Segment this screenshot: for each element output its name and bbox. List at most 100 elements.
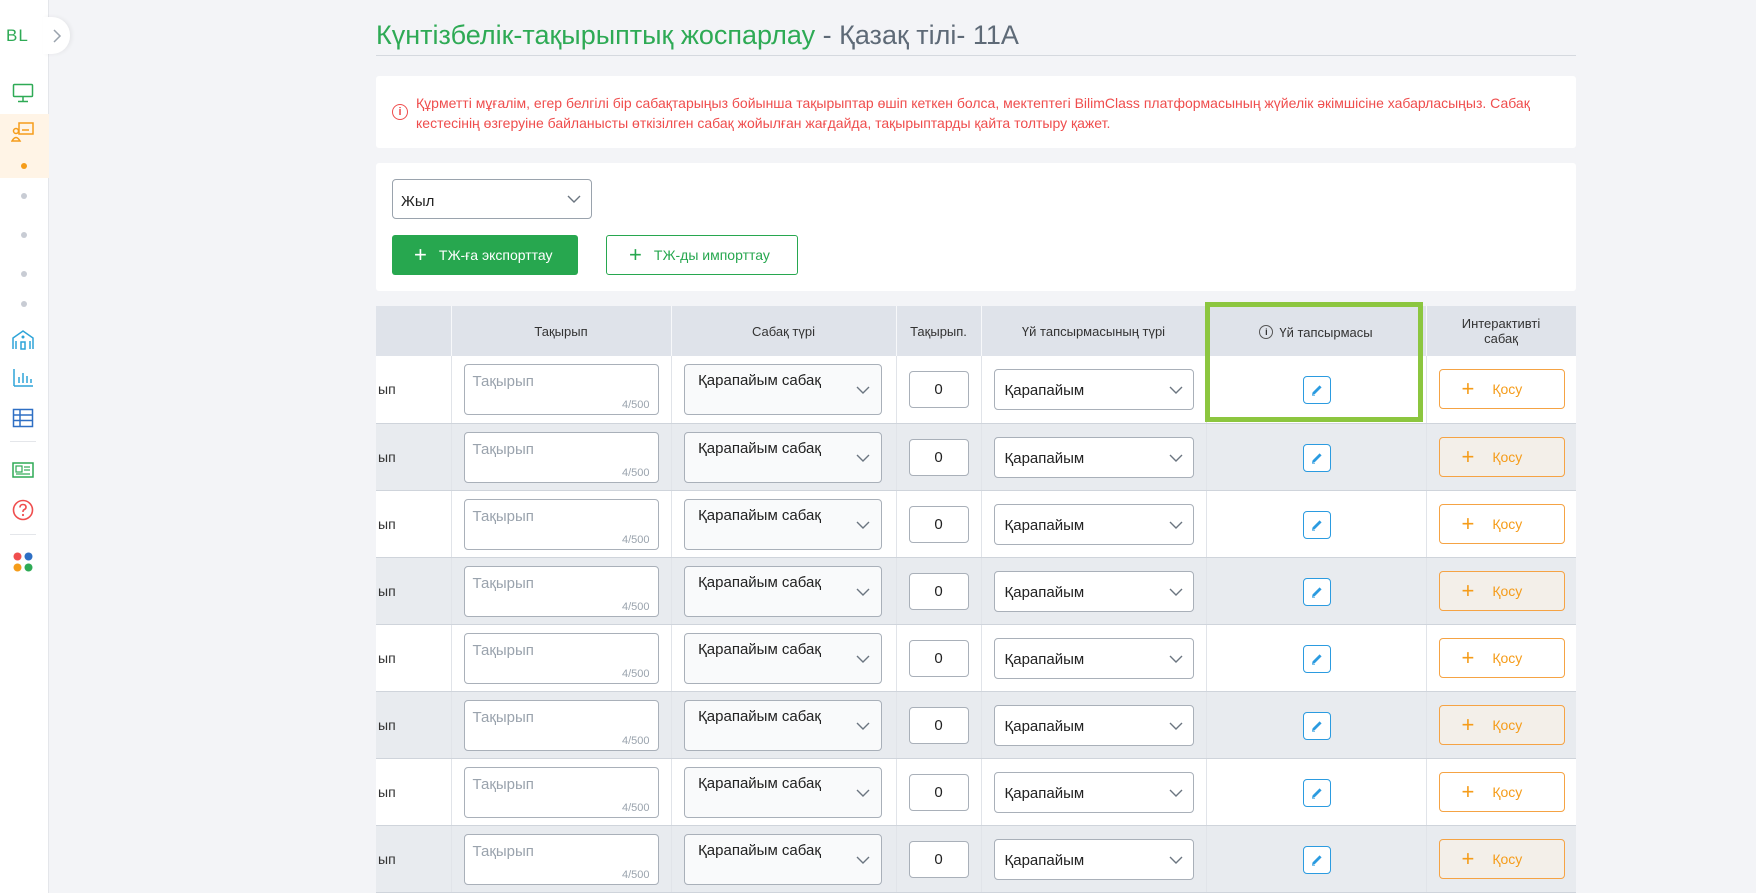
homework-type-select[interactable]: Қарапайым	[993, 771, 1194, 813]
plus-icon: +	[1461, 510, 1475, 536]
year-select[interactable]: Жыл	[392, 179, 592, 219]
col-header-homework-type: Үй тапсырмасының түрі	[981, 306, 1207, 356]
homework-type-value: Қарапайым	[1004, 583, 1085, 601]
topic-input[interactable]: Тақырып 4/500	[463, 565, 659, 617]
school-building-icon[interactable]	[10, 327, 36, 353]
export-button[interactable]: + ТЖ-ға экспорттау	[392, 235, 578, 275]
lesson-type-value: Қарапайым сабақ	[698, 439, 821, 457]
topic-number-input[interactable]: 0	[908, 572, 969, 610]
homework-edit-button[interactable]	[1302, 443, 1331, 472]
lesson-type-select[interactable]: Қарапайым сабақ	[683, 431, 882, 483]
topic-cell: Тақырып 4/500	[451, 825, 672, 893]
add-interactive-button[interactable]: + Қосу	[1438, 637, 1565, 678]
page-title: Күнтізбелік-тақырыптық жоспарлау - Қазақ…	[376, 20, 1019, 51]
chevron-down-icon	[856, 588, 869, 596]
import-button-label: ТЖ-ды импорттау	[653, 247, 770, 263]
chevron-down-icon	[856, 454, 869, 462]
add-interactive-button[interactable]: + Қосу	[1438, 436, 1565, 477]
help-circle-icon[interactable]	[10, 497, 36, 523]
chevron-down-icon	[856, 856, 869, 864]
lesson-type-select[interactable]: Қарапайым сабақ	[683, 766, 882, 818]
add-interactive-button[interactable]: + Қосу	[1438, 838, 1565, 879]
homework-cell	[1206, 691, 1427, 759]
topic-input[interactable]: Тақырып 4/500	[463, 699, 659, 751]
homework-type-value: Қарапайым	[1004, 516, 1085, 534]
topic-number-input[interactable]: 0	[908, 639, 969, 677]
chevron-down-icon	[1169, 789, 1182, 797]
homework-edit-button[interactable]	[1302, 711, 1331, 740]
add-interactive-button[interactable]: + Қосу	[1438, 771, 1565, 812]
topic-number-input[interactable]: 0	[908, 773, 969, 811]
chevron-down-icon	[856, 789, 869, 797]
table-grid-icon[interactable]	[10, 405, 36, 431]
add-interactive-button[interactable]: + Қосу	[1438, 369, 1565, 409]
teacher-board-icon[interactable]	[10, 119, 36, 145]
add-interactive-label: Қосу	[1492, 716, 1523, 733]
bar-chart-icon[interactable]	[10, 365, 36, 391]
homework-edit-button[interactable]	[1302, 510, 1331, 539]
homework-type-select[interactable]: Қарапайым	[993, 570, 1194, 612]
topic-input[interactable]: Тақырып 4/500	[463, 498, 659, 550]
chevron-down-icon	[856, 521, 869, 529]
brand-logo[interactable]: BL	[6, 26, 29, 46]
col-header-homework: i Үй тапсырмасы	[1206, 306, 1427, 356]
sub-nav-dot[interactable]	[21, 163, 27, 169]
homework-type-select[interactable]: Қарапайым	[993, 637, 1194, 679]
pencil-edit-icon	[1311, 519, 1322, 531]
homework-type-cell: Қарапайым	[981, 356, 1207, 424]
add-interactive-button[interactable]: + Қосу	[1438, 503, 1565, 544]
lesson-type-select[interactable]: Қарапайым сабақ	[683, 364, 882, 415]
add-interactive-button[interactable]: + Қосу	[1438, 704, 1565, 745]
topic-input[interactable]: Тақырып 4/500	[463, 632, 659, 684]
lesson-type-select[interactable]: Қарапайым сабақ	[683, 498, 882, 550]
sub-nav-dot[interactable]	[21, 301, 27, 307]
topic-number-input[interactable]: 0	[908, 505, 969, 543]
id-card-icon[interactable]	[10, 457, 36, 483]
sub-nav-dot[interactable]	[21, 232, 27, 238]
chevron-down-icon	[1169, 856, 1182, 864]
add-interactive-button[interactable]: + Қосу	[1438, 570, 1565, 611]
topic-placeholder: Тақырып	[472, 507, 534, 525]
pencil-edit-icon	[1311, 452, 1322, 464]
topic-number-input[interactable]: 0	[908, 371, 969, 408]
topic-input[interactable]: Тақырып 4/500	[463, 364, 659, 415]
sub-nav-dot[interactable]	[21, 193, 27, 199]
topic-number-cell: 0	[896, 691, 982, 759]
lesson-type-value: Қарапайым сабақ	[698, 372, 821, 389]
sub-nav-dot[interactable]	[21, 271, 27, 277]
homework-type-select[interactable]: Қарапайым	[993, 704, 1194, 746]
homework-type-cell: Қарапайым	[981, 557, 1207, 625]
chevron-down-icon	[1169, 521, 1182, 529]
pencil-edit-icon	[1311, 787, 1322, 799]
homework-type-select[interactable]: Қарапайым	[993, 436, 1194, 478]
homework-type-select[interactable]: Қарапайым	[993, 369, 1194, 410]
sidebar-collapse-button[interactable]	[43, 17, 70, 54]
topic-number-input[interactable]: 0	[908, 438, 969, 476]
chevron-down-icon	[1169, 386, 1182, 394]
lesson-type-select[interactable]: Қарапайым сабақ	[683, 699, 882, 751]
homework-edit-button[interactable]	[1302, 778, 1331, 807]
chevron-down-icon	[1169, 588, 1182, 596]
topic-number-input[interactable]: 0	[908, 706, 969, 744]
homework-edit-button[interactable]	[1302, 644, 1331, 673]
lesson-type-select[interactable]: Қарапайым сабақ	[683, 565, 882, 617]
homework-edit-button[interactable]	[1302, 376, 1331, 404]
import-button[interactable]: + ТЖ-ды импорттау	[606, 235, 798, 275]
monitor-icon[interactable]	[10, 80, 36, 106]
topic-input[interactable]: Тақырып 4/500	[463, 833, 659, 885]
homework-edit-button[interactable]	[1302, 577, 1331, 606]
homework-type-select[interactable]: Қарапайым	[993, 503, 1194, 545]
lesson-type-select[interactable]: Қарапайым сабақ	[683, 632, 882, 684]
homework-edit-button[interactable]	[1302, 845, 1331, 874]
plus-icon: +	[1461, 443, 1475, 469]
info-icon[interactable]: i	[1259, 325, 1274, 339]
add-interactive-label: Қосу	[1492, 381, 1523, 397]
lesson-type-select[interactable]: Қарапайым сабақ	[683, 833, 882, 885]
homework-type-select[interactable]: Қарапайым	[993, 838, 1194, 880]
topic-number-input[interactable]: 0	[908, 840, 969, 878]
topic-input[interactable]: Тақырып 4/500	[463, 431, 659, 483]
topic-input[interactable]: Тақырып 4/500	[463, 766, 659, 818]
topic-number-cell: 0	[896, 356, 982, 424]
pencil-edit-icon	[1311, 653, 1322, 665]
apps-dots-icon[interactable]	[10, 549, 36, 575]
